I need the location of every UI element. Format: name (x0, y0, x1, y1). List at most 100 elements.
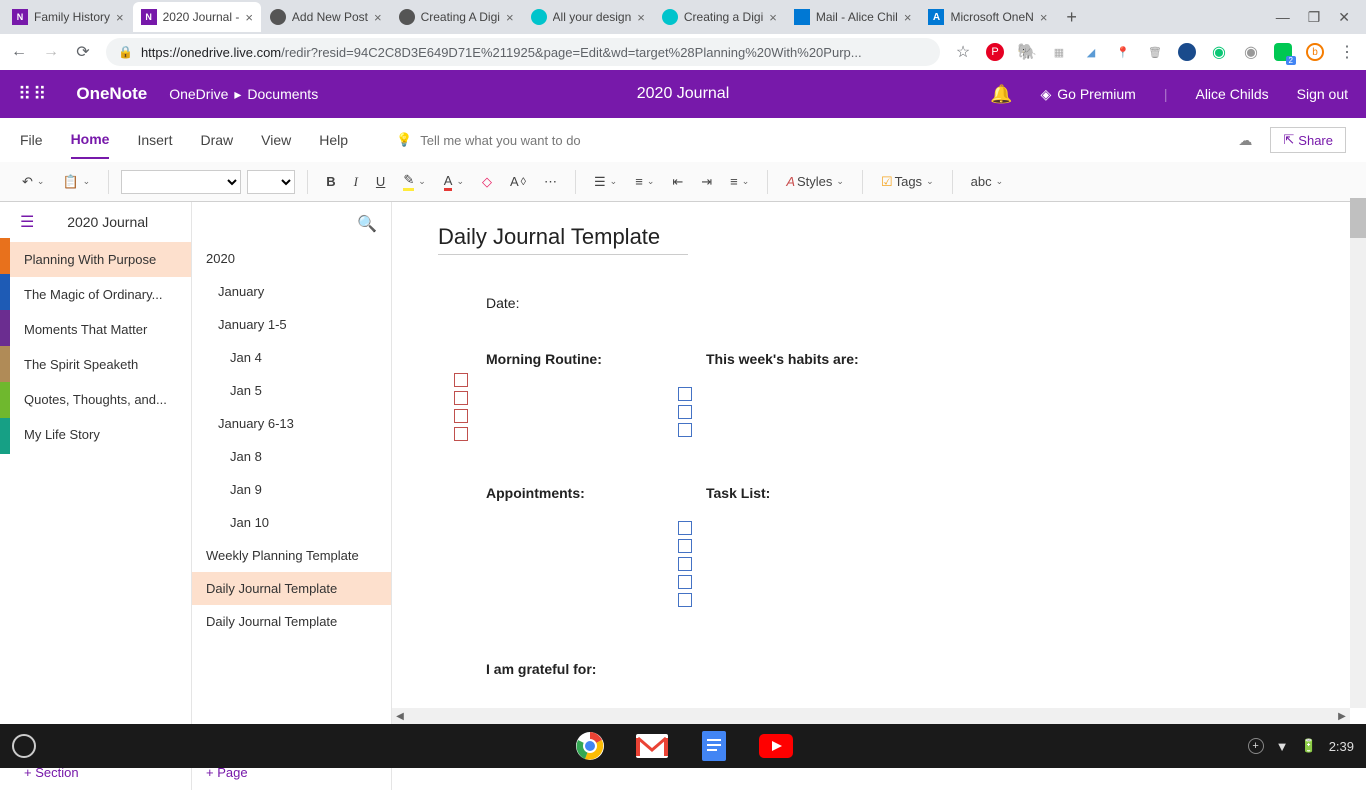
checkbox[interactable] (454, 409, 468, 423)
tab-file[interactable]: File (20, 122, 43, 158)
close-icon[interactable]: × (374, 10, 382, 25)
bold-button[interactable]: B (320, 170, 341, 193)
tab-home[interactable]: Home (71, 121, 110, 159)
format-button[interactable]: A◊ (504, 170, 532, 193)
forward-button[interactable]: → (42, 43, 60, 61)
section-item[interactable]: My Life Story (10, 417, 191, 452)
tab-draw[interactable]: Draw (200, 122, 233, 158)
tab-insert[interactable]: Insert (137, 122, 172, 158)
scroll-right-icon[interactable]: ▶ (1334, 708, 1350, 724)
checkbox[interactable] (678, 521, 692, 535)
tab-help[interactable]: Help (319, 122, 348, 158)
close-icon[interactable]: × (245, 10, 253, 25)
page-canvas[interactable]: Date: Morning Routine: This week's habit… (392, 202, 1366, 790)
page-item[interactable]: Jan 9 (192, 473, 391, 506)
scroll-left-icon[interactable]: ◀ (392, 708, 408, 724)
browser-tab[interactable]: Creating a Digi× (654, 2, 785, 32)
hamburger-icon[interactable]: ☰ (20, 212, 34, 232)
browser-tab[interactable]: N2020 Journal - × (133, 2, 261, 32)
tell-me-search[interactable]: 💡 Tell me what you want to do (396, 132, 581, 148)
section-item[interactable]: The Magic of Ordinary... (10, 277, 191, 312)
close-icon[interactable]: × (506, 10, 514, 25)
section-item[interactable]: Planning With Purpose (10, 242, 191, 277)
sign-out-button[interactable]: Sign out (1297, 86, 1348, 102)
evernote-icon[interactable]: 🐘 (1018, 43, 1036, 61)
extension-icon[interactable]: 2 (1274, 43, 1292, 61)
page-item[interactable]: Daily Journal Template (192, 572, 391, 605)
browser-tab[interactable]: All your design× (523, 2, 653, 32)
chrome-icon[interactable] (573, 729, 607, 763)
extension-icon[interactable]: ◉ (1242, 43, 1260, 61)
wifi-icon[interactable]: ▼ (1276, 739, 1289, 754)
close-window-button[interactable]: ✕ (1338, 9, 1350, 26)
tray-expand-icon[interactable]: + (1248, 738, 1264, 754)
browser-tab[interactable]: Add New Post× (262, 2, 390, 32)
underline-button[interactable]: U (370, 170, 391, 193)
notebook-title[interactable]: 2020 Journal (34, 214, 181, 230)
pinterest-icon[interactable]: P (986, 43, 1004, 61)
page-item[interactable]: Jan 10 (192, 506, 391, 539)
font-size-select[interactable] (247, 170, 295, 194)
close-icon[interactable]: × (637, 10, 645, 25)
color-tab[interactable] (0, 418, 10, 454)
tab-view[interactable]: View (261, 122, 291, 158)
menu-button[interactable]: ⋮ (1338, 42, 1356, 62)
url-input[interactable]: 🔒 https://onedrive.live.com/redir?resid=… (106, 38, 940, 66)
new-tab-button[interactable]: + (1056, 7, 1087, 28)
close-icon[interactable]: × (769, 10, 777, 25)
user-name[interactable]: Alice Childs (1195, 86, 1268, 102)
checkbox[interactable] (678, 423, 692, 437)
horizontal-scrollbar[interactable]: ◀ ▶ (392, 708, 1350, 724)
extension-icon[interactable]: ▦ (1050, 43, 1068, 61)
extension-icon[interactable]: b (1306, 43, 1324, 61)
page-item[interactable]: Jan 8 (192, 440, 391, 473)
tags-button[interactable]: ☑ Tags⌄ (875, 170, 940, 194)
extension-icon[interactable]: 🗑 (1146, 43, 1164, 61)
extension-icon[interactable]: ◉ (1210, 43, 1228, 61)
page-item[interactable]: January 6-13 (192, 407, 391, 440)
clock[interactable]: 2:39 (1329, 739, 1354, 754)
share-button[interactable]: ⇱ Share (1270, 127, 1346, 153)
checkbox[interactable] (678, 575, 692, 589)
page-title-input[interactable] (438, 220, 688, 255)
italic-button[interactable]: I (348, 170, 364, 194)
extension-icon[interactable] (1178, 43, 1196, 61)
close-icon[interactable]: × (116, 10, 124, 25)
checkbox[interactable] (454, 427, 468, 441)
page-item[interactable]: Jan 5 (192, 374, 391, 407)
clear-format-button[interactable]: ◇ (476, 170, 498, 194)
location-icon[interactable]: 📍 (1114, 43, 1132, 61)
reload-button[interactable]: ⟳ (74, 42, 92, 62)
indent-button[interactable]: ⇥ (695, 170, 718, 194)
color-tab[interactable] (0, 382, 10, 418)
extension-icon[interactable]: ◢ (1082, 43, 1100, 61)
section-item[interactable]: Quotes, Thoughts, and... (10, 382, 191, 417)
spellcheck-button[interactable]: abc⌄ (965, 170, 1010, 193)
breadcrumb-item[interactable]: OneDrive (169, 86, 228, 102)
page-item[interactable]: Daily Journal Template (192, 605, 391, 638)
gmail-icon[interactable] (635, 729, 669, 763)
outdent-button[interactable]: ⇤ (666, 170, 689, 194)
browser-tab[interactable]: Creating A Digi× (391, 2, 522, 32)
vertical-scrollbar[interactable] (1350, 198, 1366, 708)
start-button[interactable] (12, 734, 36, 758)
bullets-button[interactable]: ☰⌄ (588, 170, 623, 194)
go-premium-button[interactable]: ◈ Go Premium (1040, 86, 1135, 103)
browser-tab[interactable]: Mail - Alice Chil× (786, 2, 920, 32)
page-item[interactable]: January 1-5 (192, 308, 391, 341)
star-icon[interactable]: ☆ (954, 42, 972, 62)
more-button[interactable]: ⋯ (538, 170, 563, 194)
battery-icon[interactable]: 🔋 (1301, 738, 1317, 754)
close-icon[interactable]: × (1040, 10, 1048, 25)
color-tab[interactable] (0, 274, 10, 310)
section-item[interactable]: The Spirit Speaketh (10, 347, 191, 382)
undo-button[interactable]: ↶⌄ (16, 170, 50, 194)
page-item[interactable]: January (192, 275, 391, 308)
color-tab[interactable] (0, 238, 10, 274)
checkbox[interactable] (678, 387, 692, 401)
search-icon[interactable]: 🔍 (357, 214, 377, 234)
font-color-button[interactable]: A⌄ (438, 169, 470, 195)
sync-icon[interactable]: ☁ (1238, 132, 1252, 149)
notification-icon[interactable]: 🔔 (990, 84, 1012, 105)
section-item[interactable]: Moments That Matter (10, 312, 191, 347)
